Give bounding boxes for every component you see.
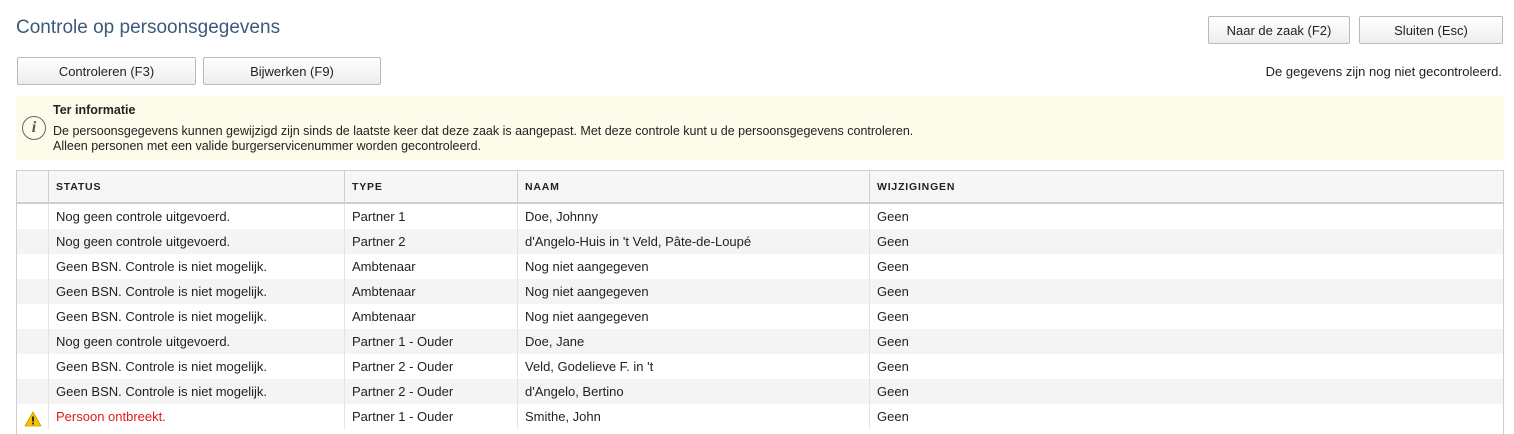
- info-panel: i Ter informatie De persoonsgegevens kun…: [16, 96, 1504, 160]
- type-cell: Ambtenaar: [345, 279, 518, 304]
- naam-cell: Nog niet aangegeven: [518, 304, 870, 329]
- type-cell: Partner 1 - Ouder: [345, 329, 518, 354]
- row-marker: [17, 354, 49, 379]
- table-body: Nog geen controle uitgevoerd. Partner 1 Do…: [17, 204, 1503, 429]
- wijzigingen-cell: Geen: [877, 209, 909, 224]
- wijzigingen-cell: Geen: [877, 359, 909, 374]
- table-row[interactable]: Persoon ontbreekt. Partner 1 - Ouder Smith…: [17, 404, 1503, 429]
- row-marker: [17, 254, 49, 279]
- naam-cell: Doe, Johnny: [518, 204, 870, 229]
- wijzigingen-cell: Geen: [877, 409, 909, 424]
- table-row[interactable]: Nog geen controle uitgevoerd. Partner 1 Do…: [17, 204, 1503, 229]
- row-marker: [17, 304, 49, 329]
- table-row[interactable]: Geen BSN. Controle is niet mogelijk. Part…: [17, 379, 1503, 404]
- column-header-naam[interactable]: NAAM: [518, 171, 870, 202]
- table-row[interactable]: Geen BSN. Controle is niet mogelijk. Part…: [17, 354, 1503, 379]
- status-cell: Geen BSN. Controle is niet mogelijk.: [49, 304, 345, 329]
- wijzigingen-cell: Geen: [877, 309, 909, 324]
- naam-cell: Doe, Jane: [518, 329, 870, 354]
- bijwerken-button[interactable]: Bijwerken (F9): [203, 57, 381, 85]
- wijzigingen-cell: Geen: [877, 284, 909, 299]
- row-marker: [17, 204, 49, 229]
- table-row[interactable]: Geen BSN. Controle is niet mogelijk. Ambt…: [17, 279, 1503, 304]
- status-cell: Geen BSN. Controle is niet mogelijk.: [49, 379, 345, 404]
- column-header-wijzigingen[interactable]: WIJZIGINGEN: [870, 171, 1503, 202]
- warning-icon: [24, 411, 41, 426]
- status-cell: Geen BSN. Controle is niet mogelijk.: [49, 354, 345, 379]
- wijzigingen-cell: Geen: [877, 384, 909, 399]
- type-cell: Partner 2 - Ouder: [345, 379, 518, 404]
- sluiten-button[interactable]: Sluiten (Esc): [1359, 16, 1503, 44]
- naam-cell: Veld, Godelieve F. in 't: [518, 354, 870, 379]
- type-cell: Partner 2: [345, 229, 518, 254]
- type-cell: Partner 2 - Ouder: [345, 354, 518, 379]
- info-title: Ter informatie: [53, 103, 136, 117]
- controleren-button[interactable]: Controleren (F3): [17, 57, 196, 85]
- status-cell: Nog geen controle uitgevoerd.: [49, 329, 345, 354]
- wijzigingen-cell: Geen: [877, 234, 909, 249]
- naam-cell: Nog niet aangegeven: [518, 254, 870, 279]
- control-status-text: De gegevens zijn nog niet gecontroleerd.: [1265, 64, 1502, 79]
- table-header: STATUS TYPE NAAM WIJZIGINGEN: [17, 171, 1503, 204]
- row-marker: [17, 404, 49, 429]
- type-cell: Partner 1 - Ouder: [345, 404, 518, 429]
- persons-table: STATUS TYPE NAAM WIJZIGINGEN Nog geen co…: [16, 170, 1504, 434]
- info-icon: i: [22, 116, 46, 140]
- naar-de-zaak-button[interactable]: Naar de zaak (F2): [1208, 16, 1350, 44]
- status-cell: Nog geen controle uitgevoerd.: [49, 229, 345, 254]
- row-marker: [17, 279, 49, 304]
- row-marker: [17, 379, 49, 404]
- status-cell: Persoon ontbreekt.: [49, 404, 345, 429]
- page-title: Controle op persoonsgegevens: [16, 17, 281, 38]
- row-marker: [17, 329, 49, 354]
- type-cell: Partner 1: [345, 204, 518, 229]
- table-row[interactable]: Geen BSN. Controle is niet mogelijk. Ambt…: [17, 254, 1503, 279]
- column-header-status[interactable]: STATUS: [49, 171, 345, 202]
- column-header-select: [17, 171, 49, 202]
- row-marker: [17, 229, 49, 254]
- status-cell: Nog geen controle uitgevoerd.: [49, 204, 345, 229]
- table-row[interactable]: Nog geen controle uitgevoerd. Partner 2 d'…: [17, 229, 1503, 254]
- naam-cell: Smithe, John: [518, 404, 870, 429]
- naam-cell: Nog niet aangegeven: [518, 279, 870, 304]
- table-row[interactable]: Geen BSN. Controle is niet mogelijk. Ambt…: [17, 304, 1503, 329]
- status-cell: Geen BSN. Controle is niet mogelijk.: [49, 279, 345, 304]
- naam-cell: d'Angelo, Bertino: [518, 379, 870, 404]
- wijzigingen-cell: Geen: [877, 334, 909, 349]
- info-text-line-2: Alleen personen met een valide burgerser…: [53, 139, 482, 153]
- type-cell: Ambtenaar: [345, 254, 518, 279]
- naam-cell: d'Angelo-Huis in 't Veld, Pâte-de-Loupé: [518, 229, 870, 254]
- info-text-line-1: De persoonsgegevens kunnen gewijzigd zij…: [53, 124, 914, 138]
- status-cell: Geen BSN. Controle is niet mogelijk.: [49, 254, 345, 279]
- column-header-type[interactable]: TYPE: [345, 171, 518, 202]
- type-cell: Ambtenaar: [345, 304, 518, 329]
- wijzigingen-cell: Geen: [877, 259, 909, 274]
- table-row[interactable]: Nog geen controle uitgevoerd. Partner 1 -…: [17, 329, 1503, 354]
